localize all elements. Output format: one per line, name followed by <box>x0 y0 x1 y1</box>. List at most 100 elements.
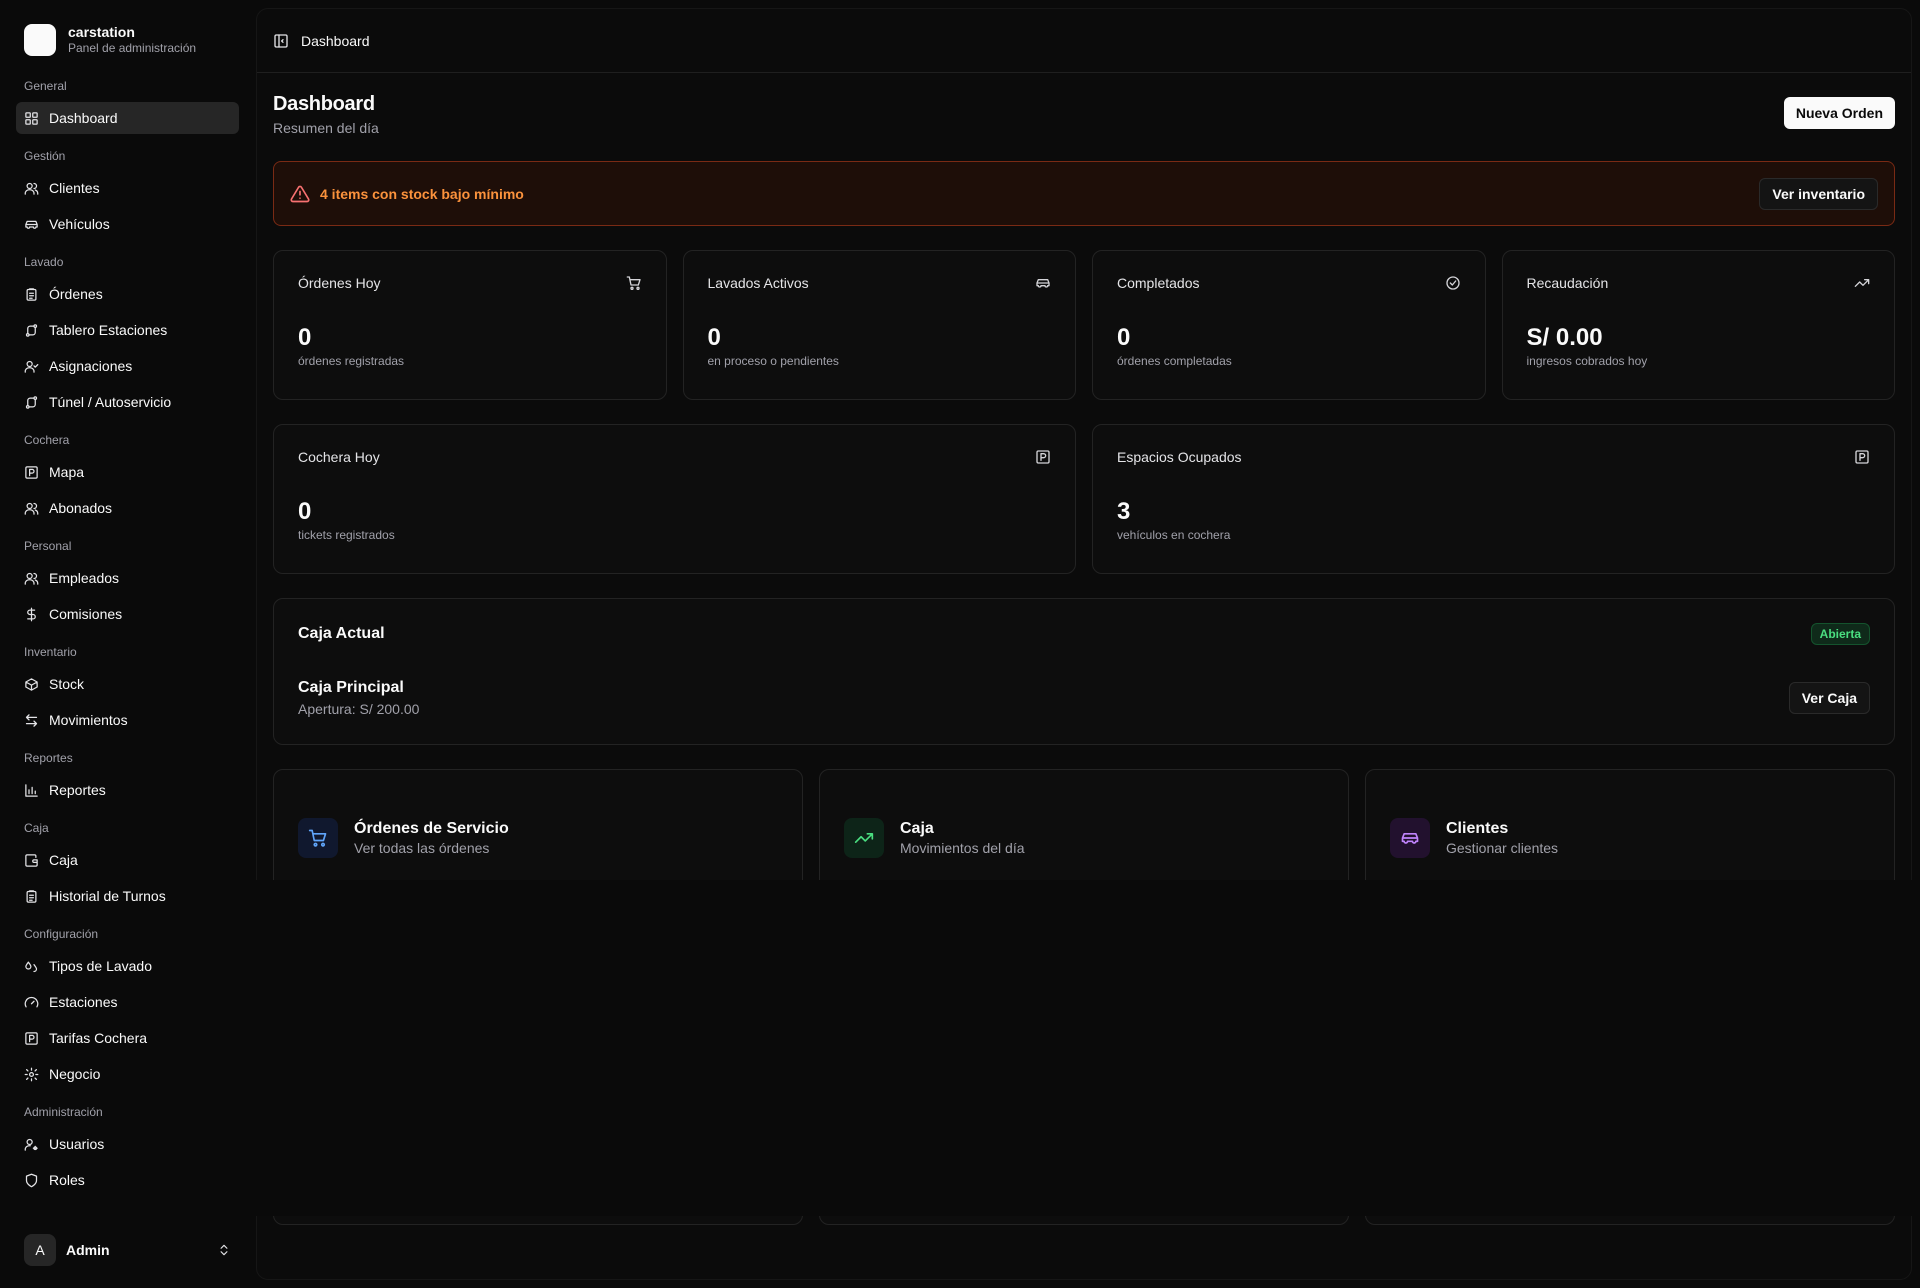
sidebar-item-roles[interactable]: Roles <box>16 1164 239 1196</box>
sidebar-item-historial-de-turnos[interactable]: Historial de Turnos <box>16 880 239 912</box>
stat-title: Órdenes Hoy <box>298 275 381 291</box>
alert-text: 4 items con stock bajo mínimo <box>320 185 524 202</box>
view-inventory-button[interactable]: Ver inventario <box>1759 177 1878 210</box>
nav-group-label: Reportes <box>24 751 73 765</box>
droplets-icon <box>25 961 38 972</box>
sidebar-item-tunel-autoservicio[interactable]: Túnel / Autoservicio <box>16 386 239 418</box>
stat-value: S/ 0.00 <box>1526 324 1603 351</box>
sidebar-item-tarifas-cochera[interactable]: Tarifas Cochera <box>16 1022 239 1054</box>
user-name: Admin <box>66 1242 110 1258</box>
sidebar-item-label: Órdenes <box>49 286 103 302</box>
stat-card: Lavados Activos 0 en proceso o pendientes <box>682 250 1076 400</box>
dashboard-icon <box>25 111 38 125</box>
sidebar-item-stock[interactable]: Stock <box>16 668 239 700</box>
sidebar-item-movimientos[interactable]: Movimientos <box>16 704 239 736</box>
check-circle-icon <box>1445 276 1460 290</box>
sidebar-item-clientes[interactable]: Clientes <box>16 172 239 204</box>
status-badge: Abierta <box>1810 623 1870 645</box>
user-check-icon <box>24 360 39 373</box>
nav-group-label: Administración <box>24 1105 103 1119</box>
sidebar-item-label: Tipos de Lavado <box>49 958 152 974</box>
cart-icon <box>308 829 327 847</box>
trending-up-icon <box>854 833 874 843</box>
arrows-icon <box>25 713 38 727</box>
stat-title: Lavados Activos <box>707 275 809 291</box>
sidebar-item-label: Historial de Turnos <box>49 888 166 904</box>
trending-up-icon <box>1854 279 1870 287</box>
sidebar-item-label: Tarifas Cochera <box>49 1030 148 1046</box>
quick-link-title: Órdenes de Servicio <box>354 820 509 837</box>
quick-link-icon-box <box>298 818 338 858</box>
brand[interactable]: carstation Panel de administración <box>16 16 239 64</box>
sidebar-item-label: Tablero Estaciones <box>49 322 168 338</box>
sidebar-item-reportes[interactable]: Reportes <box>16 774 239 806</box>
sidebar-item-usuarios[interactable]: Usuarios <box>16 1128 239 1160</box>
brand-subtitle: Panel de administración <box>68 41 197 56</box>
topbar: Dashboard <box>257 9 1911 73</box>
clipboard-icon <box>26 287 37 301</box>
sidebar-item-label: Clientes <box>49 180 100 196</box>
sidebar-item-mapa[interactable]: Mapa <box>16 456 239 488</box>
sidebar-item-ordenes[interactable]: Órdenes <box>16 278 239 310</box>
page-subtitle: Resumen del día <box>273 120 379 136</box>
user-cog-icon <box>24 1138 38 1151</box>
quick-link-icon-box <box>844 818 884 858</box>
sidebar-item-tipos-de-lavado[interactable]: Tipos de Lavado <box>16 950 239 982</box>
stat-title: Recaudación <box>1526 275 1609 291</box>
sidebar-item-estaciones[interactable]: Estaciones <box>16 986 239 1018</box>
low-stock-alert: 4 items con stock bajo mínimo Ver invent… <box>273 161 1895 226</box>
car-icon <box>25 220 38 229</box>
quick-link-title: Clientes <box>1446 820 1509 837</box>
dollar-icon <box>27 607 36 621</box>
user-menu-button[interactable]: A Admin <box>16 1228 239 1272</box>
sidebar-item-abonados[interactable]: Abonados <box>16 492 239 524</box>
stat-title: Cochera Hoy <box>298 449 380 465</box>
nav-group-label: Inventario <box>24 645 77 659</box>
stat-description: órdenes registradas <box>298 354 405 368</box>
sidebar-item-asignaciones[interactable]: Asignaciones <box>16 350 239 382</box>
sidebar-item-empleados[interactable]: Empleados <box>16 562 239 594</box>
sidebar-item-comisiones[interactable]: Comisiones <box>16 598 239 630</box>
sidebar-item-label: Asignaciones <box>49 358 133 374</box>
background-area <box>248 880 1912 1216</box>
stat-description: tickets registrados <box>298 528 395 542</box>
cash-register-name: Caja Principal <box>298 679 404 696</box>
stat-value: 0 <box>1117 324 1131 351</box>
view-cash-button[interactable]: Ver Caja <box>1788 682 1870 714</box>
sidebar-item-tablero-estaciones[interactable]: Tablero Estaciones <box>16 314 239 346</box>
sidebar-item-vehiculos[interactable]: Vehículos <box>16 208 239 240</box>
sidebar-item-label: Mapa <box>49 464 85 480</box>
sidebar-item-label: Caja <box>49 852 78 868</box>
route-icon <box>25 323 38 337</box>
stat-value: 0 <box>298 324 312 351</box>
users-icon <box>24 502 39 515</box>
parking-icon <box>1036 450 1050 464</box>
page-header: Dashboard Resumen del día Nueva Orden <box>273 91 1895 161</box>
warning-icon <box>290 185 310 202</box>
parking-icon <box>25 465 38 479</box>
quick-link-subtitle: Movimientos del día <box>900 840 1025 856</box>
nav-group-label: Gestión <box>24 149 66 163</box>
car-icon <box>1401 833 1419 844</box>
stat-card: Espacios Ocupados 3 vehículos en cochera <box>1092 424 1895 574</box>
stat-title: Completados <box>1117 275 1200 291</box>
brand-name: carstation <box>68 24 135 41</box>
sidebar-item-label: Empleados <box>49 570 120 586</box>
nav-group-label: Caja <box>24 821 49 835</box>
car-icon <box>1036 279 1050 288</box>
stat-card: Órdenes Hoy 0 órdenes registradas <box>273 250 667 400</box>
stat-value: 0 <box>298 498 312 525</box>
sidebar-item-negocio[interactable]: Negocio <box>16 1058 239 1090</box>
sidebar-item-caja[interactable]: Caja <box>16 844 239 876</box>
shield-icon <box>25 1173 38 1187</box>
stat-card: Recaudación S/ 0.00 ingresos cobrados hoy <box>1501 250 1895 400</box>
sidebar-item-dashboard[interactable]: Dashboard <box>16 102 239 134</box>
nav-group-label: Configuración <box>24 927 99 941</box>
avatar: A <box>24 1234 56 1266</box>
sidebar-toggle-icon[interactable] <box>273 33 289 49</box>
sidebar: carstation Panel de administración Gener… <box>0 0 255 1288</box>
new-order-button[interactable]: Nueva Orden <box>1783 97 1895 129</box>
stat-description: en proceso o pendientes <box>707 354 839 368</box>
sidebar-item-label: Abonados <box>49 500 113 516</box>
stat-description: órdenes completadas <box>1117 354 1232 368</box>
